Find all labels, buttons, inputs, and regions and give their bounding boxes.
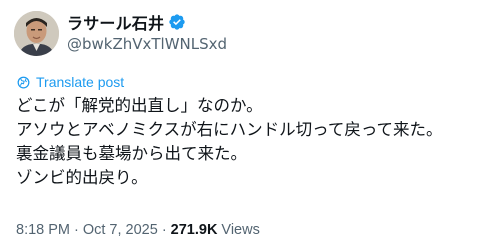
post-text: どこが「解党的出直し」なのか。アソウとアベノミクスが右にハンドル切って戻って来た… [16,94,443,190]
translate-post-label: Translate post [36,74,125,90]
meta-separator: · [161,222,167,238]
post-time[interactable]: 8:18 PM [16,222,70,238]
meta-separator: · [74,222,79,238]
avatar[interactable] [14,11,59,56]
globe-icon [16,75,31,90]
author-name-row: ラサール石井 [67,10,186,34]
author-handle[interactable]: @bwkZhVxTlWNLSxd [67,35,227,53]
post-line: 裏金議員も墓場から出て来た。 [16,144,247,163]
author-display-name[interactable]: ラサール石井 [67,10,164,34]
post-line: どこが「解党的出直し」なのか。 [16,96,263,115]
post-date[interactable]: Oct 7, 2025 [83,222,158,238]
post-line: アソウとアベノミクスが右にハンドル切って戻って来た。 [16,120,443,139]
post-meta: 8:18 PM · Oct 7, 2025 · 271.9K Views [16,222,260,238]
verified-badge-icon[interactable] [168,13,186,31]
translate-post-button[interactable]: Translate post [16,74,124,90]
avatar-image [14,11,59,56]
views-label: Views [221,222,260,238]
tweet-card: ラサール石井 @bwkZhVxTlWNLSxd Translate post ど… [0,0,498,249]
views-count: 271.9K [170,222,218,238]
post-line: ゾンビ的出戻り。 [16,168,148,187]
